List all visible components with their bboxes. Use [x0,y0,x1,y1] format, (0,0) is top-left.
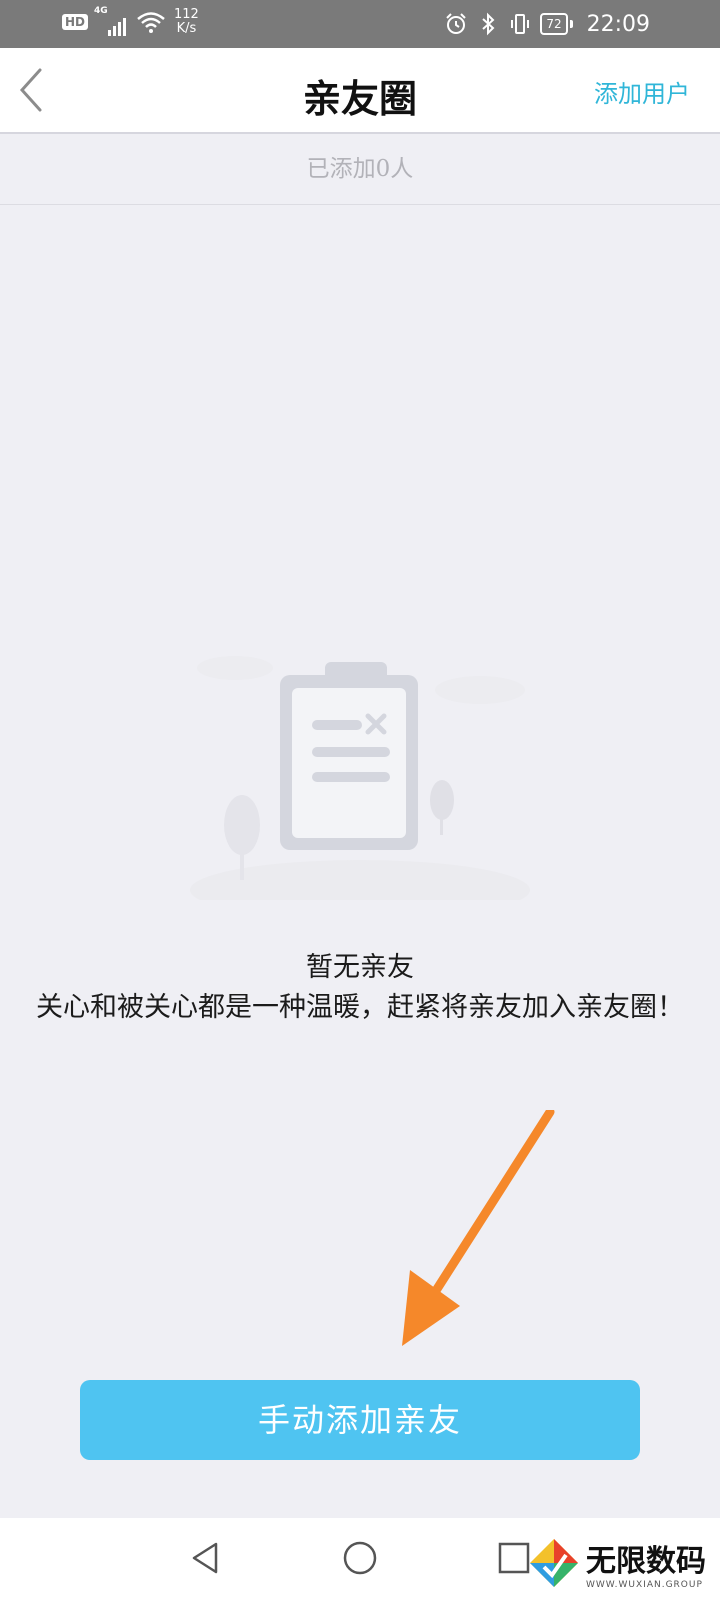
network-speed: 112 K/s [174,8,199,36]
network-type: 4G [94,6,108,16]
hd-badge: HD [62,14,89,30]
bluetooth-icon [482,12,495,36]
added-count: 已添加0人 [0,134,720,205]
watermark-text: 无限数码 WWW.WUXIAN.GROUP [586,1536,706,1590]
battery-level: 72 [540,13,568,35]
empty-clipboard-illustration [190,656,530,900]
watermark-sub: WWW.WUXIAN.GROUP [586,1580,703,1590]
cellular-signal-icon: 4G [94,6,128,36]
watermark-logo-icon [530,1539,578,1587]
watermark-main: 无限数码 [586,1544,706,1579]
status-bar: HD 4G 112 K/s 72 22:09 [0,0,720,48]
empty-state-description: 关心和被关心都是一种温暖，赶紧将亲友加入亲友圈！ [36,992,684,1023]
watermark: 无限数码 WWW.WUXIAN.GROUP [528,1536,706,1590]
status-left: HD 4G 112 K/s [62,6,199,36]
nav-back-icon[interactable] [186,1538,226,1578]
wifi-icon [137,12,165,33]
header: 亲友圈 添加用户 [0,48,720,134]
speed-unit: K/s [176,21,197,36]
annotation-arrow-icon [402,1110,555,1346]
status-right: 72 22:09 [444,8,650,40]
alarm-icon [446,13,467,34]
add-friend-manually-button[interactable]: 手动添加亲友 [80,1380,640,1460]
speed-value: 112 [174,7,199,22]
clock: 22:09 [586,11,650,37]
screen: HD 4G 112 K/s 72 22:09 亲友圈 添加用户 已添加0人 暂无… [0,0,720,1600]
nav-home-icon[interactable] [340,1538,380,1578]
add-user-button[interactable]: 添加用户 [594,74,690,109]
system-nav-bar: 无限数码 WWW.WUXIAN.GROUP [0,1518,720,1600]
empty-state-title: 暂无亲友 [306,952,414,983]
vibrate-icon [511,14,530,34]
battery-icon: 72 [540,13,573,35]
